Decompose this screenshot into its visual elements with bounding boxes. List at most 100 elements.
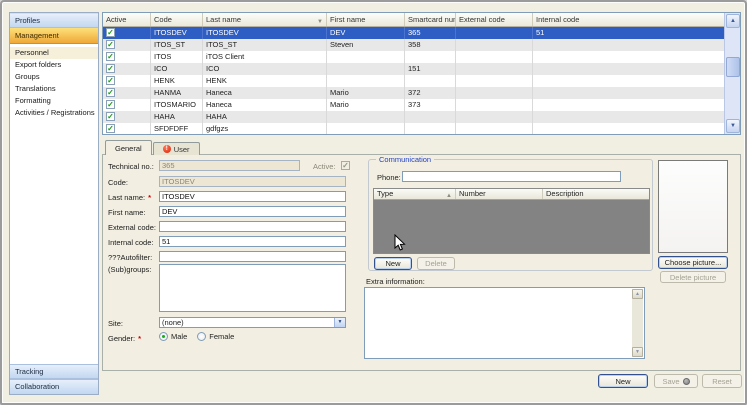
table-header-row: Active Code Last name▼ First name Smartc… bbox=[103, 13, 725, 27]
sidebar: Profiles Management PersonnelExport fold… bbox=[9, 12, 99, 395]
sidebar-group-profiles[interactable]: Profiles bbox=[10, 13, 98, 28]
gender-label: Gender:* bbox=[108, 334, 141, 343]
external-code-label: External code: bbox=[108, 223, 156, 232]
active-checkbox[interactable]: ✓ bbox=[106, 88, 115, 97]
sidebar-item-translations[interactable]: Translations bbox=[10, 83, 98, 95]
column-header-code[interactable]: Code bbox=[151, 13, 203, 26]
table-row[interactable]: ✓SFDFDFFgdfgzs bbox=[103, 123, 725, 135]
site-select[interactable]: (none)▼ bbox=[159, 317, 346, 328]
gender-radio-male[interactable]: Male bbox=[159, 332, 187, 341]
table-cell: 373 bbox=[405, 99, 456, 111]
phone-label: Phone: bbox=[377, 173, 401, 182]
extra-information-field[interactable]: ▲ ▼ bbox=[364, 287, 645, 359]
warning-icon: ! bbox=[163, 145, 171, 153]
table-row[interactable]: ✓ICOICO151 bbox=[103, 63, 725, 75]
scrollbar-up-icon[interactable]: ▲ bbox=[632, 289, 643, 299]
sidebar-item-activities-registrations[interactable]: Activities / Registrations bbox=[10, 107, 98, 119]
internal-code-label: Internal code: bbox=[108, 238, 153, 247]
table-cell bbox=[456, 75, 533, 87]
required-asterisk: * bbox=[138, 334, 141, 343]
sidebar-group-tracking[interactable]: Tracking bbox=[10, 364, 98, 379]
table-cell bbox=[405, 111, 456, 123]
table-cell: DEV bbox=[327, 27, 405, 39]
table-cell: ITOSMARIO bbox=[151, 99, 203, 111]
communication-new-button[interactable]: New bbox=[374, 257, 412, 270]
column-header-description[interactable]: Description bbox=[543, 189, 649, 199]
communication-table-body[interactable] bbox=[374, 200, 649, 253]
table-cell bbox=[327, 63, 405, 75]
table-cell: SFDFDFF bbox=[151, 123, 203, 135]
active-checkbox[interactable]: ✓ bbox=[106, 112, 115, 121]
required-asterisk: * bbox=[148, 193, 151, 202]
sidebar-group-collaboration[interactable]: Collaboration bbox=[10, 379, 98, 394]
internal-code-field[interactable] bbox=[159, 236, 346, 247]
column-header-number[interactable]: Number bbox=[456, 189, 543, 199]
autofilter-label: ???Autofilter: bbox=[108, 253, 152, 262]
active-checkbox[interactable]: ✓ bbox=[106, 28, 115, 37]
active-checkbox: ✓ bbox=[341, 161, 350, 170]
code-field bbox=[159, 176, 346, 187]
chevron-down-icon[interactable]: ▼ bbox=[334, 318, 345, 327]
gender-radio-female[interactable]: Female bbox=[197, 332, 234, 341]
table-cell: HANMA bbox=[151, 87, 203, 99]
external-code-field[interactable] bbox=[159, 221, 346, 232]
active-checkbox[interactable]: ✓ bbox=[106, 124, 115, 133]
last-name-field[interactable] bbox=[159, 191, 346, 202]
table-scrollbar[interactable]: ▲ ▼ bbox=[724, 13, 740, 134]
technical-no-field bbox=[159, 160, 300, 171]
active-checkbox[interactable]: ✓ bbox=[106, 100, 115, 109]
subgroups-field[interactable] bbox=[159, 264, 346, 312]
first-name-label: First name: bbox=[108, 208, 146, 217]
column-header-active[interactable]: Active bbox=[103, 13, 151, 26]
column-header-smartcard[interactable]: Smartcard number bbox=[405, 13, 456, 26]
active-checkbox[interactable]: ✓ bbox=[106, 64, 115, 73]
first-name-field[interactable] bbox=[159, 206, 346, 217]
active-checkbox[interactable]: ✓ bbox=[106, 40, 115, 49]
reset-button[interactable]: Reset bbox=[702, 374, 742, 388]
phone-field[interactable] bbox=[402, 171, 621, 182]
communication-table: Type▲ Number Description bbox=[373, 188, 650, 254]
gender-radiogroup: Male Female bbox=[159, 332, 244, 343]
textarea-scrollbar[interactable]: ▲ ▼ bbox=[632, 289, 643, 357]
column-header-last-name[interactable]: Last name▼ bbox=[203, 13, 327, 26]
sidebar-group-management[interactable]: Management bbox=[10, 28, 98, 44]
column-header-first-name[interactable]: First name bbox=[327, 13, 405, 26]
app-window: Profiles Management PersonnelExport fold… bbox=[0, 0, 747, 405]
column-header-external-code[interactable]: External code bbox=[456, 13, 533, 26]
table-cell bbox=[533, 51, 725, 63]
sort-asc-icon: ▲ bbox=[446, 191, 452, 199]
table-row[interactable]: ✓HAHAHAHA bbox=[103, 111, 725, 123]
delete-picture-button[interactable]: Delete picture bbox=[660, 271, 726, 283]
scrollbar-up-icon[interactable]: ▲ bbox=[726, 14, 740, 28]
table-cell bbox=[533, 99, 725, 111]
new-button[interactable]: New bbox=[598, 374, 648, 388]
table-cell: HENK bbox=[151, 75, 203, 87]
table-row[interactable]: ✓HENKHENK bbox=[103, 75, 725, 87]
sidebar-item-formatting[interactable]: Formatting bbox=[10, 95, 98, 107]
column-header-type[interactable]: Type▲ bbox=[374, 189, 456, 199]
table-cell: ITOSDEV bbox=[151, 27, 203, 39]
active-checkbox[interactable]: ✓ bbox=[106, 76, 115, 85]
table-row[interactable]: ✓ITOS_STITOS_STSteven358 bbox=[103, 39, 725, 51]
sidebar-item-groups[interactable]: Groups bbox=[10, 71, 98, 83]
sidebar-item-export-folders[interactable]: Export folders bbox=[10, 59, 98, 71]
sidebar-item-personnel[interactable]: Personnel bbox=[10, 47, 98, 59]
communication-delete-button[interactable]: Delete bbox=[417, 257, 455, 270]
radio-icon bbox=[197, 332, 206, 341]
save-button[interactable]: Save bbox=[654, 374, 698, 388]
table-row[interactable]: ✓ITOSMARIOHanecaMario373 bbox=[103, 99, 725, 111]
table-cell bbox=[405, 51, 456, 63]
scrollbar-down-icon[interactable]: ▼ bbox=[632, 347, 643, 357]
autofilter-field[interactable] bbox=[159, 251, 346, 262]
tab-user[interactable]: !User bbox=[153, 142, 200, 155]
table-row[interactable]: ✓ITOSiTOS Client bbox=[103, 51, 725, 63]
column-header-internal-code[interactable]: Internal code bbox=[533, 13, 725, 26]
table-row[interactable]: ✓HANMAHanecaMario372 bbox=[103, 87, 725, 99]
active-checkbox[interactable]: ✓ bbox=[106, 52, 115, 61]
scrollbar-down-icon[interactable]: ▼ bbox=[726, 119, 740, 133]
scrollbar-thumb[interactable] bbox=[726, 57, 740, 77]
choose-picture-button[interactable]: Choose picture... bbox=[658, 256, 728, 269]
table-row[interactable]: ✓ITOSDEVITOSDEVDEV36551 bbox=[103, 27, 725, 39]
table-cell: ICO bbox=[151, 63, 203, 75]
tab-general[interactable]: General bbox=[105, 140, 152, 155]
